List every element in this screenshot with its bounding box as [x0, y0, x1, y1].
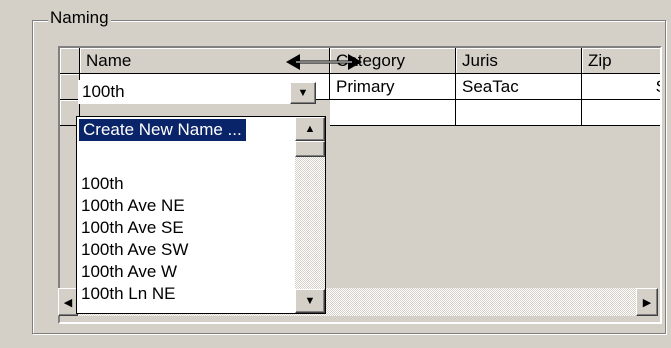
column-header-zip[interactable]: Zip [582, 48, 660, 74]
list-item[interactable]: 100th Ln NE [81, 283, 176, 305]
triangle-left-icon: ◀ [63, 296, 73, 309]
dropdown-vertical-scrollbar[interactable]: ▲ ▼ [295, 117, 325, 313]
cell-juris-row1[interactable]: SeaTac [456, 74, 582, 100]
name-dropdown-list[interactable]: Create New Name ... 100th 100th Ave NE 1… [76, 116, 326, 314]
cell-zip-row1[interactable]: S [582, 74, 660, 100]
scroll-down-button[interactable]: ▼ [295, 289, 325, 313]
cell-juris-row2[interactable] [456, 100, 582, 126]
list-item[interactable]: 100th Ave W [81, 261, 177, 283]
scroll-left-button[interactable]: ◀ [58, 288, 78, 316]
triangle-down-icon: ▼ [304, 295, 316, 307]
row-header-1[interactable] [60, 74, 80, 100]
triangle-down-icon: ▼ [297, 87, 309, 99]
list-item[interactable]: 100th Ave NE [81, 195, 185, 217]
column-header-juris[interactable]: Juris [456, 48, 582, 74]
scroll-right-button[interactable]: ▶ [636, 288, 658, 316]
list-item[interactable]: 100th Ave SW [81, 239, 188, 261]
name-combo-input[interactable]: 100th [78, 80, 316, 104]
list-item[interactable]: 100th Ave SE [81, 217, 184, 239]
combo-dropdown-button[interactable]: ▼ [290, 82, 316, 104]
scroll-thumb[interactable] [295, 141, 325, 157]
cell-category-row2[interactable] [330, 100, 456, 126]
corner-header[interactable] [60, 48, 80, 74]
list-item-create-new[interactable]: Create New Name ... [79, 119, 246, 141]
triangle-up-icon: ▲ [304, 123, 316, 135]
list-item[interactable]: 100th [81, 173, 124, 195]
cell-category-row1[interactable]: Primary [330, 74, 456, 100]
scroll-up-button[interactable]: ▲ [295, 117, 325, 141]
cell-zip-row2[interactable] [582, 100, 660, 126]
horizontal-resize-cursor-icon [286, 54, 362, 70]
group-title: Naming [48, 8, 111, 28]
triangle-right-icon: ▶ [642, 296, 652, 309]
